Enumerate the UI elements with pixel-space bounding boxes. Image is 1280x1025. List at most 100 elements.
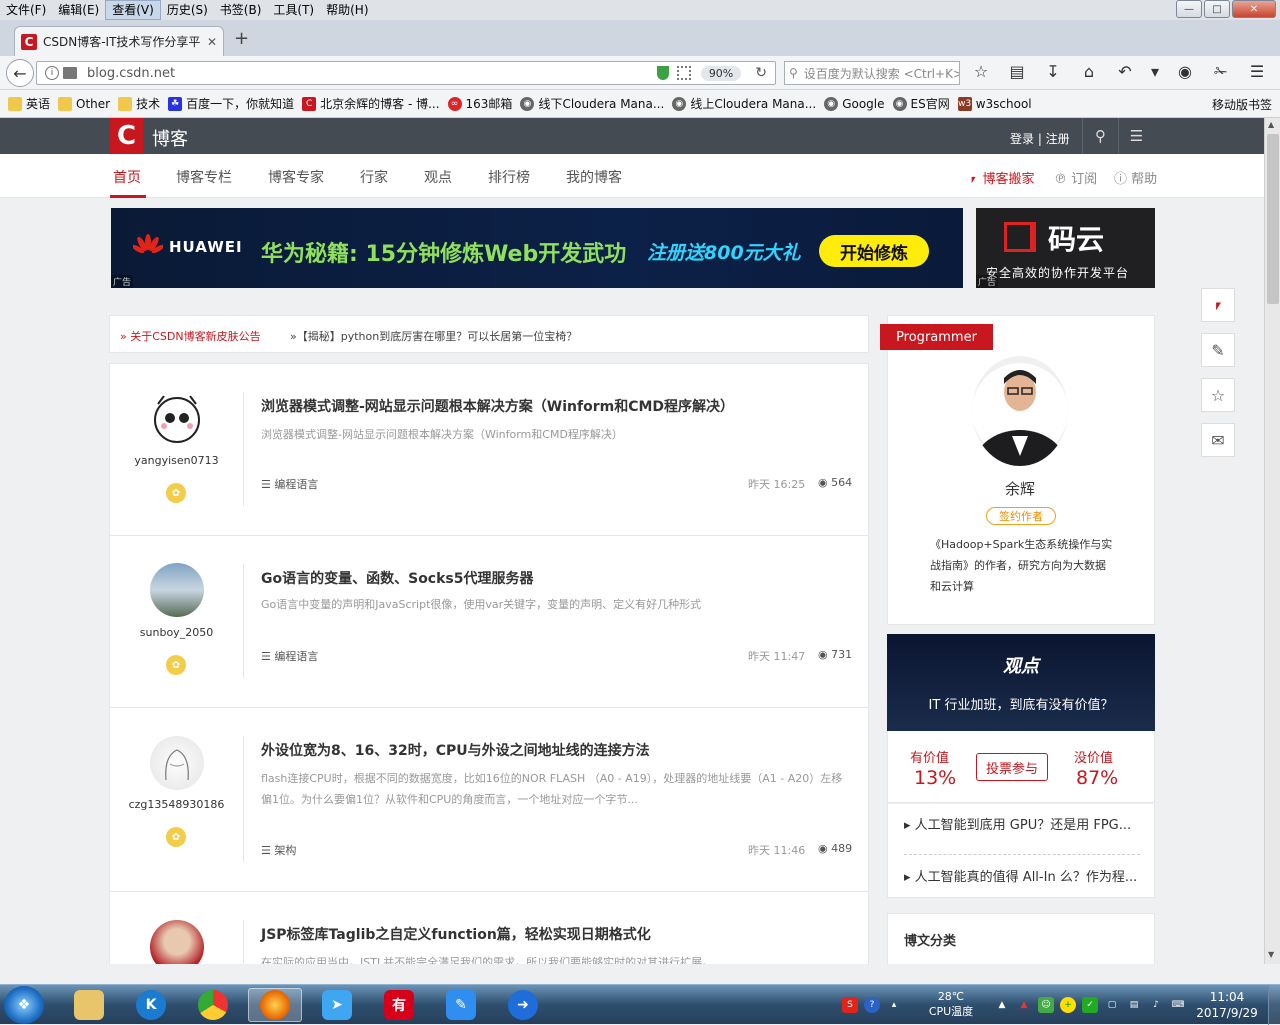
bookmark-item[interactable]: ∞ 163邮箱: [447, 95, 512, 112]
security-shield-icon[interactable]: [656, 66, 669, 80]
menu-icon[interactable]: ☰: [1118, 118, 1154, 154]
taskbar-firefox[interactable]: [248, 988, 302, 1022]
bookmark-item[interactable]: ☘ 百度一下，你就知道: [168, 95, 294, 112]
nav-hangjia[interactable]: 行家: [360, 167, 388, 187]
bookmark-item[interactable]: w3 w3school: [957, 96, 1032, 111]
signal-icon[interactable]: ▤: [1126, 997, 1142, 1013]
maximize-button[interactable]: □: [1204, 0, 1230, 18]
close-tab-icon[interactable]: ✕: [207, 35, 217, 49]
csdn-logo[interactable]: C: [110, 118, 143, 154]
tray-plus-icon[interactable]: +: [1060, 997, 1076, 1013]
gitee-ad[interactable]: 码云 安全高效的协作开发平台 广告: [976, 208, 1155, 288]
huawei-banner-ad[interactable]: HUAWEI 华为秘籍: 15分钟修炼Web开发武功 注册送800元大礼 开始修…: [111, 208, 963, 288]
mobile-bookmarks[interactable]: 移动版书签: [1212, 96, 1272, 113]
tray-small-icon[interactable]: ▴: [886, 997, 902, 1013]
nav-experts[interactable]: 博客专家: [268, 167, 324, 187]
keyboard-icon[interactable]: ⌨: [1170, 997, 1186, 1013]
taskbar-kugou[interactable]: K: [124, 988, 178, 1022]
menu-history[interactable]: 历史(S): [161, 0, 214, 20]
tray-user-icon[interactable]: ☺: [1038, 997, 1054, 1013]
nav-columns[interactable]: 博客专栏: [176, 167, 232, 187]
avatar[interactable]: [150, 392, 204, 446]
taskbar-feiq[interactable]: ➤: [310, 988, 364, 1022]
bookmark-item[interactable]: ◉ Google: [824, 96, 885, 111]
menu-file[interactable]: 文件(F): [0, 0, 52, 20]
post-title[interactable]: 浏览器模式调整-网站显示问题根本解决方案（Winform和CMD程序解决）: [261, 396, 734, 416]
help-link[interactable]: ⓘ 帮助: [1114, 168, 1157, 187]
url-text[interactable]: blog.csdn.net: [87, 66, 657, 81]
qr-code-icon[interactable]: [676, 66, 691, 80]
show-desktop-button[interactable]: [1268, 985, 1280, 1025]
feedback-icon[interactable]: ✉: [1201, 423, 1235, 457]
taskbar-explorer[interactable]: [62, 988, 116, 1022]
back-button[interactable]: ←: [6, 59, 34, 87]
notice-link[interactable]: »【揭秘】python到底厉害在哪里？可以长居第一位宝椅？: [290, 328, 577, 344]
dropdown-arrow-icon[interactable]: ▾: [1150, 62, 1160, 81]
undo-icon[interactable]: ↶: [1114, 62, 1136, 81]
nav-my-blog[interactable]: 我的博客: [566, 167, 622, 187]
address-bar[interactable]: i blog.csdn.net 90% ↻: [36, 61, 776, 85]
bookmark-star-icon[interactable]: ☆: [970, 62, 992, 81]
avatar[interactable]: [150, 920, 204, 964]
post-category[interactable]: ☰ 架构: [261, 842, 296, 858]
bookmark-item[interactable]: 英语: [8, 95, 50, 112]
bookmark-item[interactable]: 技术: [118, 95, 160, 112]
menu-edit[interactable]: 编辑(E): [52, 0, 105, 20]
home-icon[interactable]: ⌂: [1078, 62, 1100, 81]
taskbar-youdao[interactable]: 有: [372, 988, 426, 1022]
site-info-icon[interactable]: i: [45, 66, 59, 80]
author-name[interactable]: 余辉: [990, 478, 1050, 499]
download-icon[interactable]: ↧: [1042, 62, 1064, 81]
reload-icon[interactable]: ↻: [755, 65, 767, 81]
login-register-link[interactable]: 登录 | 注册: [1010, 130, 1070, 147]
screenshot-icon[interactable]: ✁: [1210, 62, 1232, 81]
post-title[interactable]: 外设位宽为8、16、32时，CPU与外设之间地址线的连接方法: [261, 740, 650, 760]
author-name[interactable]: sunboy_2050: [110, 626, 243, 639]
nav-home[interactable]: 首页: [113, 167, 141, 187]
blog-move-link[interactable]: ⎖ 博客搬家: [968, 168, 1035, 187]
post-category[interactable]: ☰ 编程语言: [261, 476, 318, 492]
vertical-scrollbar[interactable]: ▲ ▼: [1264, 118, 1280, 964]
search-field[interactable]: ⚲ 设百度为默认搜索 <Ctrl+K>: [784, 61, 960, 85]
menu-help[interactable]: 帮助(H): [320, 0, 374, 20]
author-photo[interactable]: [972, 356, 1068, 466]
new-tab-button[interactable]: +: [234, 28, 249, 49]
search-icon[interactable]: ⚲: [1082, 118, 1118, 154]
user-star-icon[interactable]: ☆: [1201, 378, 1235, 412]
post-category[interactable]: ☰ 编程语言: [261, 648, 318, 664]
blog-title[interactable]: 博客: [152, 125, 188, 151]
scroll-up-icon[interactable]: ▲: [1268, 120, 1274, 129]
zoom-level[interactable]: 90%: [700, 65, 742, 81]
bookmark-item[interactable]: ◉ ES官网: [892, 95, 950, 112]
chat-icon[interactable]: ◉: [1174, 62, 1196, 81]
browser-tab[interactable]: C CSDN博客-IT技术写作分享平台 ✕: [14, 26, 224, 56]
avatar[interactable]: [150, 736, 204, 790]
bookmark-item[interactable]: C 北京余辉的博客 - 博...: [302, 95, 440, 112]
author-name[interactable]: yangyisen0713: [110, 454, 243, 467]
author-name[interactable]: czg13548930186: [110, 798, 243, 811]
scrollbar-thumb[interactable]: [1267, 134, 1279, 304]
close-window-button[interactable]: ✕: [1232, 0, 1276, 18]
menu-bookmarks[interactable]: 书签(B): [214, 0, 268, 20]
bookmark-item[interactable]: Other: [58, 96, 110, 111]
shield-icon[interactable]: ✓: [1082, 997, 1098, 1013]
banner-cta-button[interactable]: 开始修炼: [819, 235, 929, 267]
tray-app-icon[interactable]: ▲: [1016, 997, 1032, 1013]
show-hidden-icons[interactable]: ▲: [994, 997, 1010, 1013]
notice-link[interactable]: » 关于CSDN博客新皮肤公告: [120, 328, 261, 344]
subscribe-link[interactable]: ℗ 订阅: [1054, 168, 1097, 187]
sogou-icon[interactable]: S: [842, 997, 858, 1013]
taskbar-notes[interactable]: ✎: [434, 988, 488, 1022]
avatar[interactable]: [150, 563, 204, 617]
help-icon[interactable]: ?: [864, 997, 880, 1013]
menu-view[interactable]: 查看(V): [105, 0, 161, 20]
taskbar-teamviewer[interactable]: ➜: [496, 988, 550, 1022]
scroll-down-icon[interactable]: ▼: [1268, 950, 1274, 959]
nav-ranking[interactable]: 排行榜: [488, 167, 530, 187]
volume-icon[interactable]: ♪: [1148, 997, 1164, 1013]
post-title[interactable]: JSP标签库Taglib之自定义function篇，轻松实现日期格式化: [261, 924, 651, 944]
menu-tools[interactable]: 工具(T): [267, 0, 320, 20]
opinion-link[interactable]: ▸ 人工智能真的值得 All-In 么？作为程...: [904, 866, 1140, 885]
taskbar-chrome[interactable]: [186, 988, 240, 1022]
opinion-banner[interactable]: 观点 IT 行业加班，到底有没有价值？: [887, 634, 1155, 731]
